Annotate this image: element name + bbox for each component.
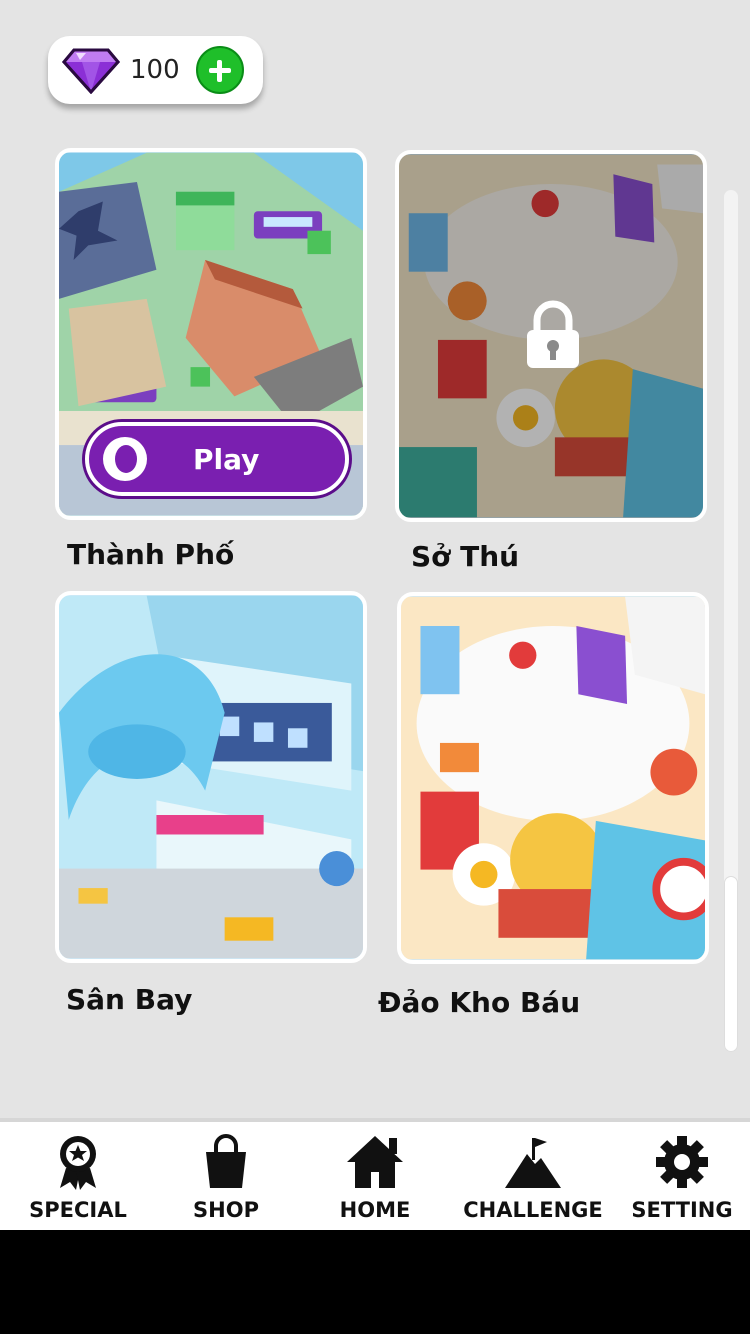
currency-pill: 100 xyxy=(48,36,263,104)
tab-challenge[interactable]: CHALLENGE xyxy=(458,1128,608,1228)
level-card-zoo[interactable] xyxy=(395,150,707,522)
gem-count: 100 xyxy=(130,55,180,85)
tab-shop-label: SHOP xyxy=(193,1198,259,1222)
level-name-treasure-island: Đảo Kho Báu xyxy=(378,986,581,1019)
level-card-airport[interactable] xyxy=(55,591,367,963)
tab-setting-label: SETTING xyxy=(631,1198,733,1222)
tab-home[interactable]: HOME xyxy=(325,1128,425,1228)
tab-home-label: HOME xyxy=(339,1198,411,1222)
play-button[interactable]: Play xyxy=(85,422,349,496)
level-name-airport: Sân Bay xyxy=(66,983,193,1016)
house-icon xyxy=(347,1136,403,1188)
play-icon xyxy=(103,437,147,481)
tab-challenge-label: CHALLENGE xyxy=(463,1198,603,1222)
bottom-tab-bar: SPECIAL SHOP HOME CHALLENGE SETTING xyxy=(0,1118,750,1230)
tab-special[interactable]: SPECIAL xyxy=(28,1128,128,1228)
play-button-label: Play xyxy=(193,442,260,476)
lock-icon xyxy=(527,300,579,368)
system-nav-area xyxy=(0,1230,750,1334)
gear-icon xyxy=(656,1136,708,1188)
airport-illustration xyxy=(59,595,363,959)
tab-shop[interactable]: SHOP xyxy=(176,1128,276,1228)
mountain-flag-icon xyxy=(505,1138,561,1188)
shopping-bag-icon xyxy=(206,1134,246,1188)
gem-icon xyxy=(62,48,120,94)
tab-special-label: SPECIAL xyxy=(29,1198,127,1222)
level-name-city: Thành Phố xyxy=(67,538,235,571)
add-gems-button[interactable] xyxy=(196,46,244,94)
ribbon-icon xyxy=(60,1136,96,1190)
level-card-city[interactable]: Play xyxy=(55,148,367,520)
level-name-zoo: Sở Thú xyxy=(411,540,520,573)
level-card-treasure-island[interactable] xyxy=(397,592,709,964)
tab-setting[interactable]: SETTING xyxy=(626,1128,738,1228)
treasure-island-illustration xyxy=(401,596,705,960)
scrollbar-thumb[interactable] xyxy=(724,876,738,1052)
